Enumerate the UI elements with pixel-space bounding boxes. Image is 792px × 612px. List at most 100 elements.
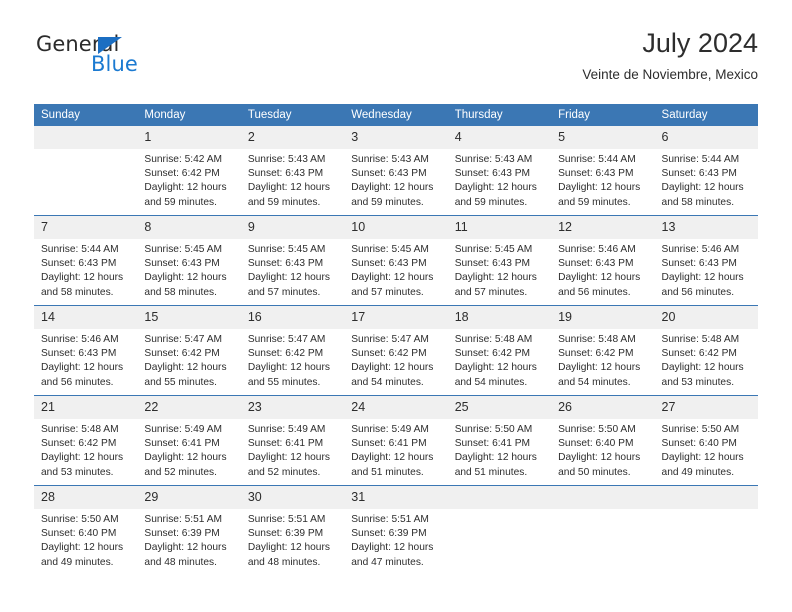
daylight-text-line1: Daylight: 12 hours xyxy=(41,272,124,284)
calendar-day-cell[interactable]: 27 Sunrise: 5:50 AM Sunset: 6:40 PM Dayligh… xyxy=(654,395,758,486)
calendar-day-cell[interactable]: 5 Sunrise: 5:44 AM Sunset: 6:43 PM Daylight… xyxy=(551,126,655,216)
calendar-day-cell[interactable]: 2 Sunrise: 5:43 AM Sunset: 6:43 PM Daylight… xyxy=(240,126,345,216)
calendar-day-cell[interactable]: 7 Sunrise: 5:44 AM Sunset: 6:43 PM Daylight… xyxy=(34,215,138,306)
daylight-text-line2: and 56 minutes. xyxy=(41,376,114,388)
weekday-header-tuesday: Tuesday xyxy=(240,104,345,126)
day-sun-info: Sunrise: 5:44 AM Sunset: 6:43 PM Daylight:… xyxy=(34,239,137,300)
sunrise-text: Sunrise: 5:44 AM xyxy=(558,154,636,165)
sunset-text: Sunset: 6:41 PM xyxy=(247,438,324,450)
calendar-table: Sunday Monday Tuesday Wednesday Thursday… xyxy=(34,104,758,575)
calendar-day-cell[interactable]: 23 Sunrise: 5:49 AM Sunset: 6:41 PM Dayligh… xyxy=(240,395,345,486)
calendar-day-cell[interactable]: 8 Sunrise: 5:45 AM Sunset: 6:43 PM Daylight… xyxy=(137,215,241,306)
daylight-text-line1: Daylight: 12 hours xyxy=(454,182,537,194)
calendar-day-cell[interactable]: 15 Sunrise: 5:47 AM Sunset: 6:42 PM Dayligh… xyxy=(137,305,241,396)
calendar-day-cell[interactable]: 12 Sunrise: 5:46 AM Sunset: 6:43 PM Dayligh… xyxy=(551,215,655,306)
calendar-day-cell[interactable]: 29 Sunrise: 5:51 AM Sunset: 6:39 PM Dayligh… xyxy=(137,485,241,575)
daylight-text-line2: and 53 minutes. xyxy=(661,376,735,388)
day-number xyxy=(447,486,552,509)
daylight-text-line2: and 59 minutes. xyxy=(351,196,424,208)
calendar-day-cell[interactable]: 13 Sunrise: 5:46 AM Sunset: 6:43 PM Dayligh… xyxy=(654,215,758,306)
day-sun-info: Sunrise: 5:47 AM Sunset: 6:42 PM Daylight:… xyxy=(137,329,240,390)
day-number: 16 xyxy=(240,306,345,329)
calendar-day-cell[interactable]: 14 Sunrise: 5:46 AM Sunset: 6:43 PM Dayligh… xyxy=(34,305,138,396)
calendar-day-cell[interactable]: 20 Sunrise: 5:48 AM Sunset: 6:42 PM Dayligh… xyxy=(654,305,758,396)
day-number: 13 xyxy=(654,216,758,239)
calendar-day-cell[interactable]: 22 Sunrise: 5:49 AM Sunset: 6:41 PM Dayligh… xyxy=(137,395,241,486)
weekday-header-friday: Friday xyxy=(551,104,655,126)
day-sun-info: Sunrise: 5:50 AM Sunset: 6:40 PM Daylight:… xyxy=(34,509,137,570)
daylight-text-line1: Daylight: 12 hours xyxy=(558,452,641,464)
daylight-text-line2: and 55 minutes. xyxy=(247,376,321,388)
sunrise-text: Sunrise: 5:46 AM xyxy=(558,244,636,255)
day-sun-info: Sunrise: 5:51 AM Sunset: 6:39 PM Daylight:… xyxy=(344,509,447,570)
sunrise-text: Sunrise: 5:48 AM xyxy=(454,334,533,345)
daylight-text-line1: Daylight: 12 hours xyxy=(247,182,330,194)
calendar-day-cell[interactable]: 11 Sunrise: 5:45 AM Sunset: 6:43 PM Dayligh… xyxy=(447,215,552,306)
day-number: 14 xyxy=(34,306,138,329)
sunrise-text: Sunrise: 5:45 AM xyxy=(454,244,533,255)
daylight-text-line2: and 58 minutes. xyxy=(41,286,114,298)
calendar-day-cell[interactable]: 25 Sunrise: 5:50 AM Sunset: 6:41 PM Dayligh… xyxy=(447,395,552,486)
calendar-day-cell[interactable]: 6 Sunrise: 5:44 AM Sunset: 6:43 PM Daylight… xyxy=(654,126,758,216)
calendar-day-cell[interactable]: 16 Sunrise: 5:47 AM Sunset: 6:42 PM Dayligh… xyxy=(240,305,345,396)
calendar-day-cell[interactable]: 24 Sunrise: 5:49 AM Sunset: 6:41 PM Dayligh… xyxy=(344,395,448,486)
calendar-day-cell[interactable]: 3 Sunrise: 5:43 AM Sunset: 6:43 PM Daylight… xyxy=(344,126,448,216)
day-number: 12 xyxy=(551,216,655,239)
day-sun-info: Sunrise: 5:46 AM Sunset: 6:43 PM Daylight:… xyxy=(655,239,758,300)
day-number: 21 xyxy=(34,396,138,419)
sunrise-text: Sunrise: 5:48 AM xyxy=(661,334,740,345)
daylight-text-line2: and 58 minutes. xyxy=(661,196,735,208)
calendar-day-cell[interactable]: 28 Sunrise: 5:50 AM Sunset: 6:40 PM Dayligh… xyxy=(34,485,138,575)
day-number: 22 xyxy=(137,396,241,419)
weekday-header-saturday: Saturday xyxy=(654,104,758,126)
sunrise-text: Sunrise: 5:47 AM xyxy=(144,334,223,345)
day-number: 5 xyxy=(551,126,655,149)
daylight-text-line2: and 56 minutes. xyxy=(558,286,631,298)
sunset-text: Sunset: 6:43 PM xyxy=(247,168,324,180)
calendar-day-cell[interactable]: 21 Sunrise: 5:48 AM Sunset: 6:42 PM Dayligh… xyxy=(34,395,138,486)
daylight-text-line1: Daylight: 12 hours xyxy=(247,452,330,464)
daylight-text-line1: Daylight: 12 hours xyxy=(351,272,434,284)
sunset-text: Sunset: 6:43 PM xyxy=(144,258,220,270)
sunrise-text: Sunrise: 5:47 AM xyxy=(351,334,429,345)
sunset-text: Sunset: 6:43 PM xyxy=(661,258,737,270)
day-number: 19 xyxy=(551,306,655,329)
sunrise-text: Sunrise: 5:49 AM xyxy=(144,424,223,435)
calendar-body: 1 Sunrise: 5:42 AM Sunset: 6:42 PM Daylight… xyxy=(34,126,758,575)
sunset-text: Sunset: 6:40 PM xyxy=(558,438,634,450)
daylight-text-line2: and 58 minutes. xyxy=(144,286,217,298)
day-sun-info: Sunrise: 5:48 AM Sunset: 6:42 PM Daylight:… xyxy=(34,419,137,480)
sunset-text: Sunset: 6:43 PM xyxy=(247,258,324,270)
sunrise-text: Sunrise: 5:43 AM xyxy=(351,154,429,165)
calendar-day-cell[interactable]: 18 Sunrise: 5:48 AM Sunset: 6:42 PM Dayligh… xyxy=(447,305,552,396)
sunset-text: Sunset: 6:39 PM xyxy=(351,528,427,540)
day-number xyxy=(654,486,758,509)
day-sun-info xyxy=(655,509,758,513)
daylight-text-line2: and 54 minutes. xyxy=(454,376,528,388)
day-sun-info: Sunrise: 5:48 AM Sunset: 6:42 PM Daylight:… xyxy=(551,329,654,390)
day-number: 6 xyxy=(654,126,758,149)
daylight-text-line2: and 59 minutes. xyxy=(144,196,217,208)
calendar-day-cell[interactable]: 10 Sunrise: 5:45 AM Sunset: 6:43 PM Dayligh… xyxy=(344,215,448,306)
calendar-day-cell[interactable]: 4 Sunrise: 5:43 AM Sunset: 6:43 PM Daylight… xyxy=(447,126,552,216)
calendar-day-cell[interactable]: 31 Sunrise: 5:51 AM Sunset: 6:39 PM Dayligh… xyxy=(344,485,448,575)
calendar-day-cell[interactable]: 19 Sunrise: 5:48 AM Sunset: 6:42 PM Dayligh… xyxy=(551,305,655,396)
calendar-day-cell[interactable]: 17 Sunrise: 5:47 AM Sunset: 6:42 PM Dayligh… xyxy=(344,305,448,396)
daylight-text-line2: and 51 minutes. xyxy=(351,466,424,478)
day-sun-info: Sunrise: 5:45 AM Sunset: 6:43 PM Daylight:… xyxy=(137,239,240,300)
sunrise-text: Sunrise: 5:44 AM xyxy=(41,244,119,255)
sunrise-text: Sunrise: 5:43 AM xyxy=(247,154,326,165)
calendar-day-cell[interactable]: 9 Sunrise: 5:45 AM Sunset: 6:43 PM Daylight… xyxy=(240,215,345,306)
calendar-day-cell[interactable]: 30 Sunrise: 5:51 AM Sunset: 6:39 PM Dayligh… xyxy=(240,485,345,575)
sunset-text: Sunset: 6:42 PM xyxy=(247,348,324,360)
daylight-text-line2: and 49 minutes. xyxy=(41,556,114,568)
daylight-text-line2: and 57 minutes. xyxy=(351,286,424,298)
page-subtitle: Veinte de Noviembre, Mexico xyxy=(582,67,758,82)
sunrise-text: Sunrise: 5:48 AM xyxy=(41,424,119,435)
calendar-day-cell[interactable]: 26 Sunrise: 5:50 AM Sunset: 6:40 PM Dayligh… xyxy=(551,395,655,486)
sunrise-text: Sunrise: 5:48 AM xyxy=(558,334,636,345)
day-number: 8 xyxy=(137,216,241,239)
day-sun-info: Sunrise: 5:51 AM Sunset: 6:39 PM Daylight:… xyxy=(137,509,240,570)
calendar-day-cell[interactable]: 1 Sunrise: 5:42 AM Sunset: 6:42 PM Daylight… xyxy=(137,126,241,216)
sunrise-text: Sunrise: 5:45 AM xyxy=(351,244,429,255)
